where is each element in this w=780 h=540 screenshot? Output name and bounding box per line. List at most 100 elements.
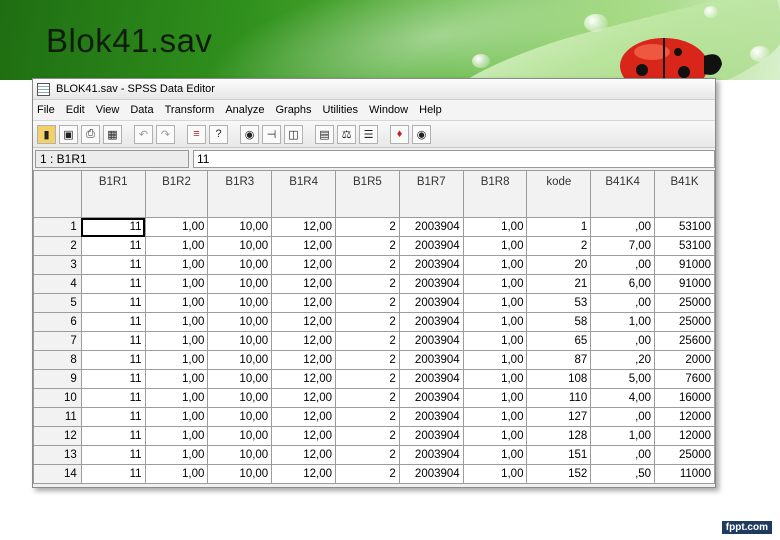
data-cell[interactable]: 1,00 — [144, 388, 209, 408]
print-icon[interactable]: ⎙ — [81, 124, 100, 144]
data-cell[interactable]: 87 — [526, 350, 592, 370]
column-header[interactable]: B41K4 — [590, 170, 656, 218]
save-icon[interactable]: ▣ — [59, 124, 78, 144]
data-cell[interactable]: 65 — [526, 331, 592, 351]
data-cell[interactable]: 10,00 — [207, 255, 273, 275]
row-number[interactable]: 14 — [33, 464, 82, 484]
cell-value-input[interactable]: 11 — [193, 150, 715, 168]
data-cell[interactable]: 12,00 — [271, 217, 337, 237]
row-number[interactable]: 9 — [33, 369, 82, 389]
data-cell[interactable]: 25000 — [654, 445, 715, 465]
data-cell[interactable]: 2003904 — [398, 464, 464, 484]
data-cell[interactable]: 1,00 — [590, 312, 656, 332]
corner-cell[interactable] — [33, 170, 82, 218]
data-cell[interactable]: 1,00 — [144, 369, 209, 389]
menu-transform[interactable]: Transform — [165, 104, 215, 116]
data-cell[interactable]: 11 — [80, 274, 146, 294]
data-cell[interactable]: 1,00 — [462, 312, 528, 332]
data-cell[interactable]: ,00 — [590, 407, 656, 427]
data-cell[interactable]: 1,00 — [144, 236, 209, 256]
split-file-icon[interactable]: ▤ — [315, 124, 334, 144]
data-cell[interactable]: 11000 — [654, 464, 715, 484]
row-number[interactable]: 3 — [33, 255, 82, 275]
data-cell[interactable]: 12,00 — [271, 407, 337, 427]
data-cell[interactable]: 2 — [335, 426, 400, 446]
data-cell[interactable]: 1,00 — [144, 293, 209, 313]
data-cell[interactable]: 91000 — [654, 255, 715, 275]
data-cell[interactable]: 2003904 — [398, 217, 464, 237]
column-header[interactable]: B1R8 — [462, 170, 528, 218]
data-cell[interactable]: 5,00 — [590, 369, 656, 389]
data-cell[interactable]: 6,00 — [590, 274, 656, 294]
data-cell[interactable]: 2003904 — [398, 369, 464, 389]
column-header[interactable]: B1R1 — [80, 170, 146, 218]
data-cell[interactable]: 7,00 — [590, 236, 656, 256]
use-sets-icon[interactable]: ◉ — [412, 124, 431, 144]
data-cell[interactable]: 10,00 — [207, 445, 273, 465]
data-cell[interactable]: 10,00 — [207, 312, 273, 332]
data-cell[interactable]: 91000 — [654, 274, 715, 294]
data-cell[interactable]: 2003904 — [398, 293, 464, 313]
data-cell[interactable]: 11 — [80, 217, 146, 237]
find-icon[interactable]: ◉ — [240, 124, 259, 144]
row-number[interactable]: 5 — [33, 293, 82, 313]
data-cell[interactable]: 152 — [526, 464, 592, 484]
data-cell[interactable]: 11 — [80, 350, 146, 370]
data-cell[interactable]: 10,00 — [207, 217, 273, 237]
data-cell[interactable]: 11 — [80, 464, 146, 484]
data-cell[interactable]: 10,00 — [207, 274, 273, 294]
column-header[interactable]: B1R7 — [398, 170, 464, 218]
data-cell[interactable]: 11 — [80, 426, 146, 446]
data-cell[interactable]: 53100 — [654, 217, 715, 237]
data-cell[interactable]: 12,00 — [271, 426, 337, 446]
column-header[interactable]: kode — [526, 170, 592, 218]
data-cell[interactable]: 2 — [335, 274, 400, 294]
data-cell[interactable]: 128 — [526, 426, 592, 446]
menu-help[interactable]: Help — [419, 104, 442, 116]
data-cell[interactable]: 12,00 — [271, 369, 337, 389]
data-cell[interactable]: 2 — [335, 236, 400, 256]
column-header[interactable]: B1R3 — [207, 170, 273, 218]
data-cell[interactable]: 12,00 — [271, 388, 337, 408]
data-cell[interactable]: 1,00 — [462, 388, 528, 408]
column-header[interactable]: B1R4 — [271, 170, 337, 218]
data-cell[interactable]: 53100 — [654, 236, 715, 256]
row-number[interactable]: 7 — [33, 331, 82, 351]
data-cell[interactable]: 1,00 — [462, 255, 528, 275]
data-cell[interactable]: 10,00 — [207, 407, 273, 427]
data-cell[interactable]: 2 — [335, 350, 400, 370]
data-cell[interactable]: 11 — [80, 445, 146, 465]
menu-file[interactable]: File — [37, 104, 55, 116]
row-number[interactable]: 10 — [33, 388, 82, 408]
data-cell[interactable]: 1,00 — [462, 350, 528, 370]
data-cell[interactable]: 1,00 — [462, 369, 528, 389]
data-cell[interactable]: 11 — [80, 312, 146, 332]
data-cell[interactable]: 2003904 — [398, 350, 464, 370]
data-cell[interactable]: 2 — [335, 312, 400, 332]
data-cell[interactable]: 1,00 — [462, 331, 528, 351]
data-cell[interactable]: 1,00 — [144, 312, 209, 332]
menu-graphs[interactable]: Graphs — [275, 104, 311, 116]
data-cell[interactable]: 1,00 — [462, 407, 528, 427]
data-cell[interactable]: 2 — [335, 407, 400, 427]
data-cell[interactable]: 12000 — [654, 407, 715, 427]
data-cell[interactable]: 12,00 — [271, 236, 337, 256]
row-number[interactable]: 2 — [33, 236, 82, 256]
data-cell[interactable]: 2 — [526, 236, 592, 256]
data-cell[interactable]: 2 — [335, 331, 400, 351]
select-cases-icon[interactable]: ☰ — [359, 124, 378, 144]
data-cell[interactable]: ,00 — [590, 445, 656, 465]
data-cell[interactable]: 12,00 — [271, 331, 337, 351]
row-number[interactable]: 11 — [33, 407, 82, 427]
data-cell[interactable]: 10,00 — [207, 369, 273, 389]
data-cell[interactable]: 1,00 — [462, 464, 528, 484]
data-cell[interactable]: 10,00 — [207, 426, 273, 446]
data-cell[interactable]: 1,00 — [462, 445, 528, 465]
data-cell[interactable]: 25000 — [654, 312, 715, 332]
data-cell[interactable]: 1,00 — [144, 426, 209, 446]
data-cell[interactable]: 10,00 — [207, 350, 273, 370]
data-cell[interactable]: 1,00 — [144, 445, 209, 465]
column-header[interactable]: B41K — [654, 170, 715, 218]
data-cell[interactable]: ,00 — [590, 217, 656, 237]
row-number[interactable]: 12 — [33, 426, 82, 446]
